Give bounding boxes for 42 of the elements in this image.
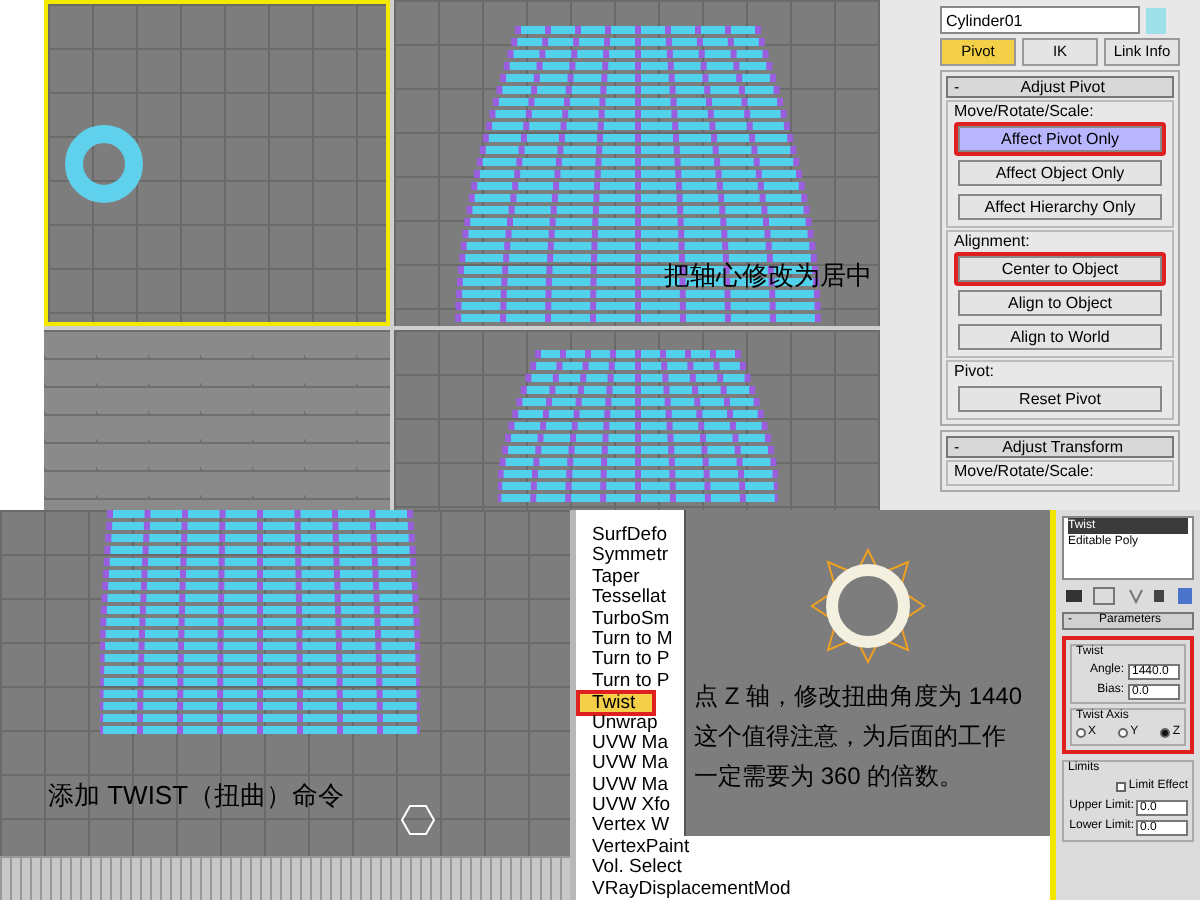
- ring-drawing: [808, 546, 928, 666]
- modifier-item[interactable]: Symmetr: [592, 546, 668, 568]
- group-title: Alignment:: [954, 232, 1032, 252]
- panel-button[interactable]: Align to World: [954, 320, 1166, 354]
- hexagon-icon: [400, 804, 436, 836]
- modifier-item[interactable]: VRayDisplacementMod: [592, 879, 791, 900]
- modifier-item[interactable]: UVW Ma: [592, 754, 668, 776]
- modifier-item[interactable]: Twist: [576, 689, 656, 716]
- modifier-item[interactable]: Unwrap: [592, 713, 658, 734]
- panel-button[interactable]: Affect Pivot Only: [954, 122, 1166, 156]
- note-text: 这个值得注意，为后面的工作: [694, 722, 1008, 750]
- modifier-item[interactable]: UVW Xfo: [592, 796, 671, 817]
- object-name-field[interactable]: Cylinder01: [940, 6, 1140, 34]
- modifier-item[interactable]: Turn to P: [592, 671, 670, 693]
- annotation-text: 把轴心修改为居中: [664, 258, 872, 294]
- toolbar-icons[interactable]: [1062, 586, 1194, 606]
- modifier-item[interactable]: UVW Ma: [592, 775, 668, 797]
- rollout-header[interactable]: - Adjust Pivot: [946, 76, 1174, 98]
- modifier-item[interactable]: SurfDefo: [592, 526, 667, 547]
- modifier-item[interactable]: Vertex W: [592, 816, 670, 838]
- rollout-header[interactable]: - Adjust Transform: [946, 436, 1174, 458]
- modifier-item[interactable]: Tessellat: [592, 588, 666, 610]
- panel-button[interactable]: Affect Hierarchy Only: [954, 190, 1166, 224]
- note-text: 一定需要为 360 的倍数。: [694, 762, 966, 790]
- modifier-item[interactable]: TurboSm: [592, 609, 670, 630]
- modifier-item[interactable]: Turn to P: [592, 650, 670, 672]
- annotation-text: 添加 TWIST（扭曲）命令: [48, 778, 345, 814]
- modifier-item[interactable]: Taper: [592, 567, 640, 589]
- ring-drawing: [64, 123, 144, 203]
- color-swatch[interactable]: [1146, 7, 1166, 33]
- modifier-item[interactable]: UVW Ma: [592, 733, 668, 755]
- panel-button[interactable]: Affect Object Only: [954, 156, 1166, 190]
- modifier-item[interactable]: Vol. Select: [592, 858, 682, 880]
- group-title: Move/Rotate/Scale:: [954, 102, 1096, 122]
- panel-button[interactable]: Align to Object: [954, 286, 1166, 320]
- note-text: 点 Z 轴，修改扭曲角度为 1440: [694, 682, 1023, 710]
- panel-button[interactable]: Reset Pivot: [954, 382, 1166, 416]
- group-title: Pivot:: [954, 362, 997, 382]
- modifier-item[interactable]: VertexPaint: [592, 837, 690, 859]
- panel-button[interactable]: Center to Object: [954, 252, 1166, 286]
- modifier-item[interactable]: Turn to M: [592, 629, 673, 651]
- group-title: Move/Rotate/Scale:: [954, 462, 1096, 482]
